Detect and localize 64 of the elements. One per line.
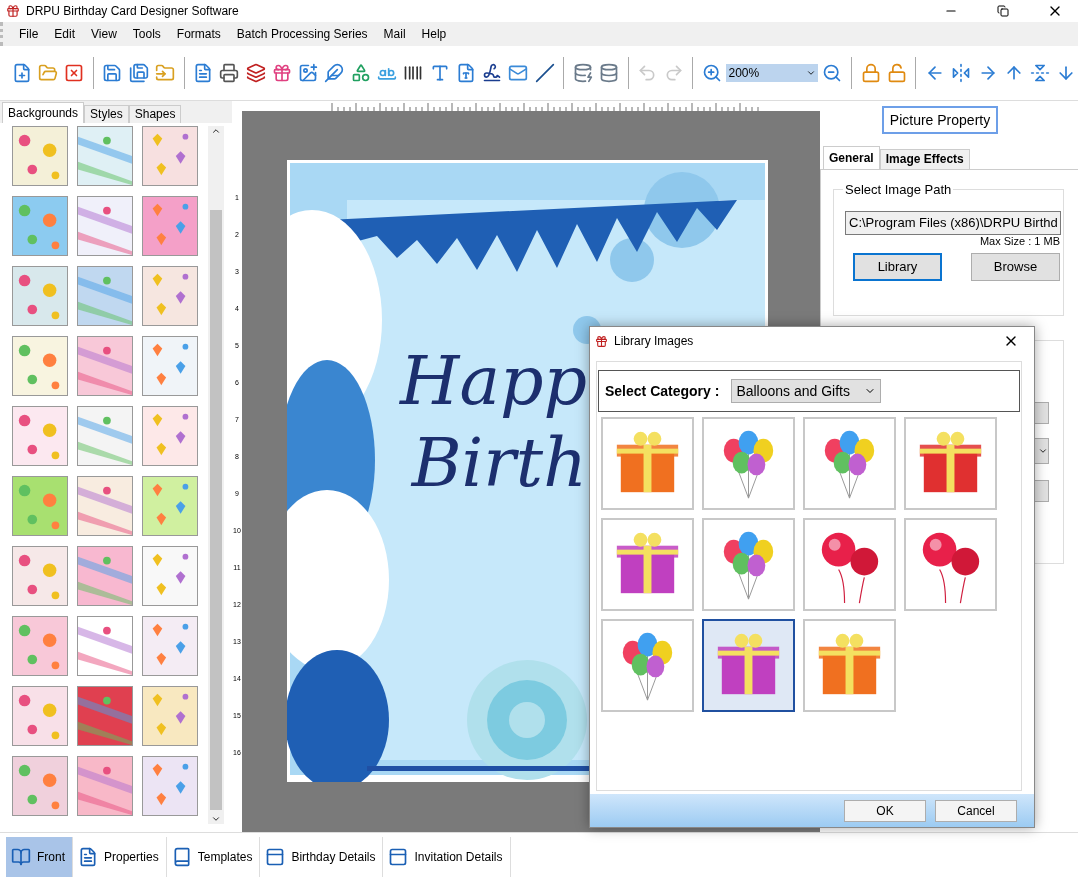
gift-icon	[271, 62, 292, 83]
size-note: Max Size : 1 MB	[979, 234, 1060, 247]
app-icon	[595, 334, 608, 348]
document-icon	[193, 62, 214, 83]
zoom-in-icon	[701, 62, 722, 83]
signature-icon	[482, 62, 503, 83]
menu-item[interactable]: Formats	[168, 26, 229, 41]
close-icon	[64, 62, 85, 83]
line-icon	[534, 62, 555, 83]
tab[interactable]: Image Effects	[879, 148, 970, 169]
database-add-icon	[572, 62, 593, 83]
menu-item[interactable]: File	[11, 26, 47, 41]
category-dropdown[interactable]: Balloons and Gifts	[731, 379, 882, 403]
tab[interactable]: Shapes	[128, 104, 182, 123]
app-icon	[6, 4, 20, 18]
menu-item[interactable]: View	[83, 26, 125, 41]
flip-horizontal-icon	[951, 62, 972, 83]
bottom-tab[interactable]: Front	[6, 837, 73, 878]
database-icon	[599, 62, 620, 83]
feather-pen-icon	[324, 62, 345, 83]
bottom-tab[interactable]: Invitation Details	[383, 837, 511, 878]
open-folder-icon	[37, 62, 58, 83]
shapes-icon	[350, 62, 371, 83]
dialog-button[interactable]: Browse	[971, 252, 1060, 281]
flip-vertical-icon	[1030, 62, 1051, 83]
bottom-tab[interactable]: Templates	[166, 837, 261, 878]
window-icon	[388, 847, 409, 868]
picture-property-button[interactable]: Picture Property	[881, 105, 999, 134]
scroll-thumb[interactable]	[210, 209, 222, 811]
layers-icon	[245, 62, 266, 83]
folder-arrow-icon	[154, 62, 175, 83]
restore-icon	[997, 5, 1009, 17]
dialog-button[interactable]: Cancel	[935, 799, 1017, 822]
tab[interactable]: Backgrounds	[2, 101, 85, 123]
card-heading: Happ	[400, 339, 587, 422]
menu-item[interactable]: Tools	[124, 26, 169, 41]
zoom-out-icon	[822, 62, 843, 83]
lock-icon	[860, 62, 881, 83]
open-book-icon	[11, 847, 31, 868]
path-field[interactable]: C:\Program Files (x86)\DRPU Birthd	[845, 210, 1061, 235]
save-as-icon	[128, 62, 149, 83]
zoom-field[interactable]: 200%	[726, 63, 818, 82]
unlock-icon	[886, 62, 907, 83]
menu-item[interactable]: Batch Processing Series	[228, 26, 376, 41]
scrollbar[interactable]	[208, 125, 224, 825]
window-title: DRPU Birthday Card Designer Software	[26, 4, 240, 18]
card-heading: Birth	[411, 421, 587, 504]
dialog-button[interactable]: OK	[844, 799, 926, 822]
tab[interactable]: General	[823, 145, 880, 169]
menu-item[interactable]: Help	[413, 26, 455, 41]
dialog-title: Library Images	[614, 334, 695, 348]
window-icon	[265, 847, 286, 868]
menu-item[interactable]: Mail	[375, 26, 414, 41]
group-label: Select Image Path	[844, 181, 953, 197]
tab[interactable]: Styles	[84, 104, 129, 123]
dialog-button[interactable]: Library	[853, 252, 942, 281]
bottom-tab[interactable]: Properties	[73, 837, 167, 878]
category-label: Select Category :	[605, 383, 720, 399]
menu-item[interactable]: Edit	[46, 26, 84, 41]
image-add-icon	[298, 62, 319, 83]
save-icon	[102, 62, 123, 83]
printer-icon	[219, 62, 240, 83]
document-icon	[78, 847, 98, 868]
bottom-tab[interactable]: Birthday Details	[260, 837, 384, 878]
